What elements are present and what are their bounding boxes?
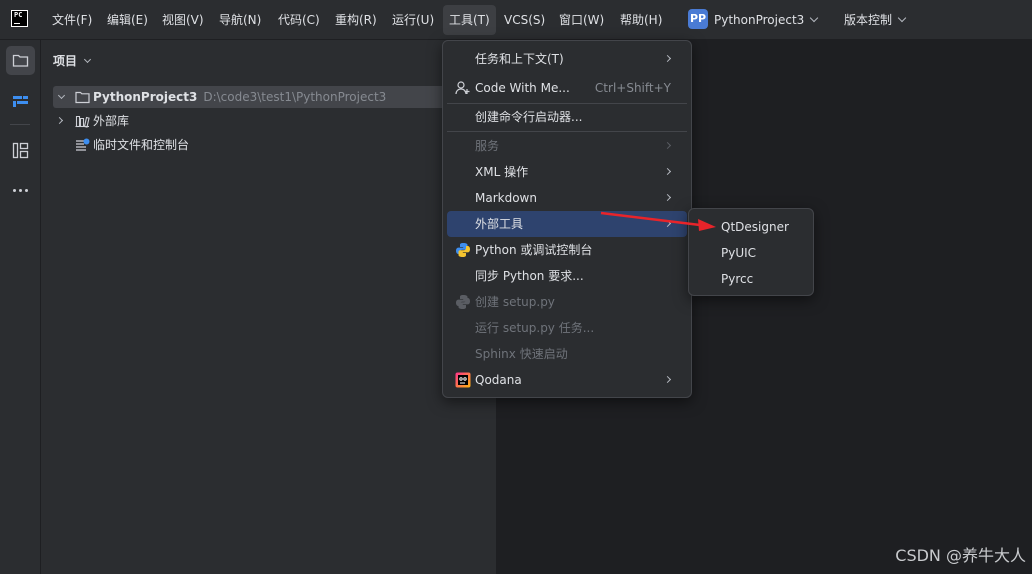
menu-item-create-launcher[interactable]: 创建命令行启动器... [447, 104, 687, 130]
vcs-switcher-label: 版本控制 [844, 13, 893, 27]
project-switcher[interactable]: PythonProject3 [714, 0, 819, 40]
menu-vcs[interactable]: VCS(S) [504, 0, 545, 40]
tools-menu: 任务和上下文(T) Code With Me... Ctrl+Shift+Y 创建… [442, 40, 692, 398]
menu-bar: PC 文件(F) 编辑(E) 视图(V) 导航(N) 代码(C) 重构(R) 运… [0, 0, 1032, 40]
structure-icon [12, 142, 29, 159]
menu-tools[interactable]: 工具(T) [443, 5, 496, 35]
tree-item-external-libraries[interactable]: 外部库 [53, 110, 473, 132]
chevron-right-icon [663, 167, 672, 176]
python-icon [456, 295, 470, 309]
project-switcher-label: PythonProject3 [714, 13, 805, 27]
menu-view[interactable]: 视图(V) [162, 0, 204, 40]
library-icon [75, 115, 90, 128]
external-tools-submenu: QtDesigner PyUIC Pyrcc [688, 208, 814, 296]
menu-item-create-setup[interactable]: 创建 setup.py [447, 289, 687, 315]
menu-item-python-console[interactable]: Python 或调试控制台 [447, 237, 687, 263]
structure-tool-button[interactable] [6, 86, 35, 115]
submenu-item-pyrcc[interactable]: Pyrcc [693, 266, 809, 292]
tree-item-label: PythonProject3 D:\code3\test1\PythonProje… [93, 90, 387, 104]
chevron-right-icon [663, 375, 672, 384]
menu-item-xml-actions[interactable]: XML 操作 [447, 159, 687, 185]
menu-edit[interactable]: 编辑(E) [107, 0, 148, 40]
menu-navigate[interactable]: 导航(N) [219, 0, 261, 40]
chevron-down-icon [83, 55, 92, 64]
user-add-icon [455, 81, 470, 95]
menu-run[interactable]: 运行(U) [392, 0, 434, 40]
menu-window[interactable]: 窗口(W) [559, 0, 604, 40]
project-badge[interactable]: PP [688, 9, 708, 29]
more-icon [13, 189, 28, 192]
chevron-right-icon [663, 219, 672, 228]
bookmarks-tool-button[interactable] [6, 136, 35, 165]
folder-icon [12, 54, 29, 67]
chevron-right-icon [663, 54, 672, 63]
menu-item-tasks-context[interactable]: 任务和上下文(T) [447, 46, 687, 72]
submenu-item-qtdesigner[interactable]: QtDesigner [693, 214, 809, 240]
submenu-item-pyuic[interactable]: PyUIC [693, 240, 809, 266]
chevron-right-icon [663, 141, 672, 150]
menu-item-services[interactable]: 服务 [447, 133, 687, 159]
more-tools-button[interactable] [6, 176, 35, 205]
qodana-icon [455, 372, 471, 388]
chevron-right-icon [663, 193, 672, 202]
menu-file[interactable]: 文件(F) [52, 0, 92, 40]
tool-window-strip [0, 40, 41, 574]
menu-code[interactable]: 代码(C) [278, 0, 320, 40]
watermark: CSDN @养牛大人 [895, 546, 1026, 565]
tree-item-project-root[interactable]: PythonProject3 D:\code3\test1\PythonProje… [53, 86, 473, 108]
chevron-down-icon [810, 13, 819, 23]
tree-item-label: 外部库 [93, 114, 130, 128]
menu-refactor[interactable]: 重构(R) [335, 0, 377, 40]
menu-item-sync-requirements[interactable]: 同步 Python 要求... [447, 263, 687, 289]
tree-item-label: 临时文件和控制台 [93, 138, 190, 152]
menu-item-run-setup-task[interactable]: 运行 setup.py 任务... [447, 315, 687, 341]
vcs-switcher[interactable]: 版本控制 [844, 0, 907, 40]
shortcut-label: Ctrl+Shift+Y [594, 81, 671, 95]
menu-help[interactable]: 帮助(H) [620, 0, 662, 40]
menu-item-markdown[interactable]: Markdown [447, 185, 687, 211]
project-panel-title[interactable]: 项目 [53, 52, 92, 69]
pycharm-logo-icon[interactable]: PC [11, 10, 28, 27]
menu-item-sphinx-quickstart[interactable]: Sphinx 快速启动 [447, 341, 687, 367]
python-icon [456, 243, 470, 257]
project-panel: 项目 PythonProject3 D:\code3\test1\PythonPr… [41, 40, 497, 574]
menu-item-external-tools[interactable]: 外部工具 [447, 211, 687, 237]
scratch-file-icon [76, 138, 90, 151]
chevron-down-icon[interactable] [57, 91, 66, 100]
menu-item-code-with-me[interactable]: Code With Me... Ctrl+Shift+Y [447, 75, 687, 101]
menu-item-qodana[interactable]: Qodana [447, 367, 687, 393]
chevron-right-icon[interactable] [55, 116, 64, 125]
project-path: D:\code3\test1\PythonProject3 [203, 90, 387, 104]
tree-item-scratches[interactable]: 临时文件和控制台 [53, 134, 473, 156]
folder-icon [75, 91, 90, 104]
project-tool-button[interactable] [6, 46, 35, 75]
chevron-down-icon [897, 13, 907, 23]
plugin-icon [13, 96, 28, 107]
